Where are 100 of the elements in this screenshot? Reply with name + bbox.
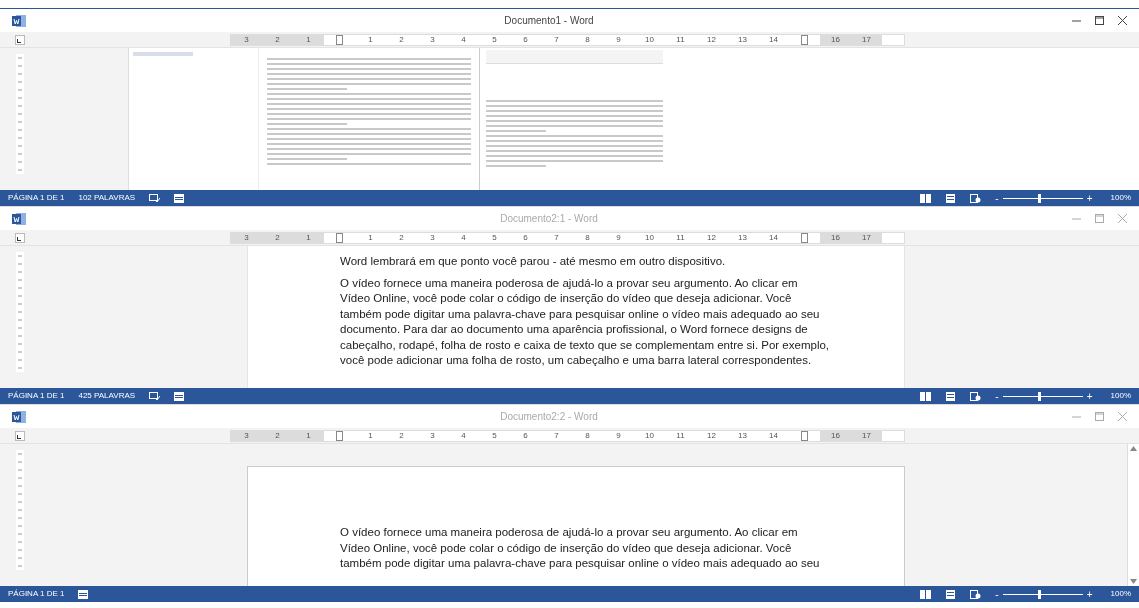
ruler-number: 1 — [368, 35, 373, 44]
read-mode-icon[interactable] — [920, 391, 932, 401]
ruler-number: 8 — [585, 233, 590, 242]
ruler-number: 10 — [645, 233, 654, 242]
paragraph: O vídeo fornece uma maneira poderosa de ajudá-lo a provar seu argumento. Ao clicar em Vídeo Online, você pode colar o código de inserção do vídeo que deseja adicionar. Você também pode digitar uma palavra-chave para pesquisar online o vídeo mais adequado ao seu documento. Para dar ao documento uma aparência profissional, o Word fornece designs de cabeçalho, rodapé, folha de rosto e caixa de texto que se complementam entre si. Por exemplo, você pode adicionar uma folha de rosto, um cabeçalho e uma barra lateral correspondentes. — [340, 275, 830, 368]
ruler-number: 5 — [492, 233, 497, 242]
read-mode-icon[interactable] — [920, 589, 932, 599]
ruler-number: 5 — [492, 35, 497, 44]
indent-marker-icon[interactable] — [801, 430, 808, 441]
ruler-number: 16 — [831, 233, 840, 242]
zoom-slider-thumb[interactable] — [1037, 589, 1041, 599]
horizontal-ruler[interactable]: 3 2 1 1 2 3 4 5 6 7 8 9 10 11 12 13 14 16 17 — [230, 231, 905, 244]
ruler-number: 16 — [831, 431, 840, 440]
zoom-slider-thumb[interactable] — [1037, 193, 1041, 203]
ruler-number: 5 — [492, 431, 497, 440]
ruler-number: 1 — [306, 35, 311, 44]
ruler-number: 12 — [707, 233, 716, 242]
ruler-number: 3 — [430, 233, 435, 242]
zoom-slider[interactable] — [1002, 589, 1083, 599]
zoom-in-button[interactable]: + — [1086, 586, 1093, 602]
ruler-number: 14 — [769, 35, 778, 44]
tab-selector-icon[interactable] — [15, 232, 25, 243]
word-count[interactable]: 102 PALAVRAS — [78, 192, 136, 204]
macro-record-icon[interactable] — [78, 589, 89, 599]
page-count[interactable]: PÁGINA 1 DE 1 — [8, 192, 65, 204]
window-title: Documento2:1 - Word — [499, 212, 599, 226]
tab-selector-icon[interactable] — [15, 34, 25, 45]
proofing-icon[interactable] — [149, 391, 161, 401]
ruler-number: 13 — [738, 35, 747, 44]
ruler-number: 9 — [616, 431, 621, 440]
indent-marker-icon[interactable] — [801, 34, 808, 45]
ruler-number: 9 — [616, 35, 621, 44]
ruler-number: 13 — [738, 233, 747, 242]
ruler-number: 3 — [244, 35, 249, 44]
indent-marker-icon[interactable] — [336, 34, 343, 45]
ruler-number: 3 — [430, 431, 435, 440]
indent-marker-icon[interactable] — [336, 430, 343, 441]
macro-record-icon[interactable] — [174, 193, 185, 203]
macro-record-icon[interactable] — [174, 391, 185, 401]
zoom-percent[interactable]: 100% — [1110, 192, 1131, 204]
indent-marker-icon[interactable] — [336, 232, 343, 243]
page-count[interactable]: PÁGINA 1 DE 1 — [8, 588, 65, 600]
web-layout-icon[interactable] — [970, 391, 982, 401]
tab-selector-icon[interactable] — [15, 430, 25, 441]
zoom-out-button[interactable]: - — [995, 586, 999, 602]
zoom-slider[interactable] — [1002, 391, 1083, 401]
ruler-number: 1 — [368, 431, 373, 440]
horizontal-ruler[interactable]: 3 2 1 1 2 3 4 5 6 7 8 9 10 11 12 13 14 16 17 — [230, 33, 905, 46]
ruler-number: 2 — [399, 233, 404, 242]
ruler-number: 6 — [523, 233, 528, 242]
zoom-percent[interactable]: 100% — [1110, 588, 1131, 600]
page-count[interactable]: PÁGINA 1 DE 1 — [8, 390, 65, 402]
zoom-in-button[interactable]: + — [1086, 388, 1093, 404]
print-layout-icon[interactable] — [945, 589, 957, 599]
scroll-down-icon[interactable] — [1130, 579, 1137, 584]
ruler-number: 7 — [554, 431, 559, 440]
close-icon[interactable] — [1118, 16, 1127, 25]
window-title: Documento2:2 - Word — [499, 410, 599, 424]
ruler-number: 11 — [676, 233, 685, 242]
word-count[interactable]: 425 PALAVRAS — [78, 390, 136, 402]
vertical-scrollbar[interactable] — [1127, 444, 1139, 586]
zoom-slider[interactable] — [1002, 193, 1083, 203]
proofing-icon[interactable] — [149, 193, 161, 203]
ruler-number: 14 — [769, 233, 778, 242]
print-layout-icon[interactable] — [945, 193, 957, 203]
print-layout-icon[interactable] — [945, 391, 957, 401]
ruler-number: 17 — [862, 35, 871, 44]
ruler-number: 8 — [585, 35, 590, 44]
web-layout-icon[interactable] — [970, 193, 982, 203]
web-layout-icon[interactable] — [970, 589, 982, 599]
zoom-slider-thumb[interactable] — [1037, 391, 1041, 401]
zoom-out-button[interactable]: - — [995, 388, 999, 404]
horizontal-ruler[interactable]: 3 2 1 1 2 3 4 5 6 7 8 9 10 11 12 13 14 16 17 — [230, 429, 905, 442]
ruler-number: 3 — [244, 233, 249, 242]
ruler-number: 10 — [645, 431, 654, 440]
ruler-number: 4 — [461, 233, 466, 242]
ruler-number: 2 — [275, 431, 280, 440]
paragraph: O vídeo fornece uma maneira poderosa de ajudá-lo a provar seu argumento. Ao clicar em Vídeo Online, você pode colar o código de inserção do vídeo que deseja adicionar. Você também pode digitar uma palavra-chave para pesquisar online o vídeo mais adequado ao seu — [340, 525, 821, 571]
ruler-number: 2 — [275, 233, 280, 242]
ruler-number: 6 — [523, 35, 528, 44]
maximize-icon[interactable] — [1095, 16, 1104, 25]
ruler-number: 4 — [461, 35, 466, 44]
ruler-number: 17 — [862, 431, 871, 440]
ruler-number: 1 — [368, 233, 373, 242]
ruler-number: 1 — [306, 431, 311, 440]
zoom-in-button[interactable]: + — [1086, 190, 1093, 206]
indent-marker-icon[interactable] — [801, 232, 808, 243]
ruler-number: 8 — [585, 431, 590, 440]
ruler-number: 11 — [676, 35, 685, 44]
scroll-up-icon[interactable] — [1130, 446, 1137, 451]
ruler-number: 7 — [554, 233, 559, 242]
ruler-number: 14 — [769, 431, 778, 440]
word-logo-icon — [12, 211, 26, 226]
read-mode-icon[interactable] — [920, 193, 932, 203]
ruler-number: 11 — [676, 431, 685, 440]
zoom-out-button[interactable]: - — [995, 190, 999, 206]
ruler-number: 7 — [554, 35, 559, 44]
word-logo-icon — [12, 409, 26, 424]
zoom-percent[interactable]: 100% — [1110, 390, 1131, 402]
ruler-number: 2 — [399, 431, 404, 440]
